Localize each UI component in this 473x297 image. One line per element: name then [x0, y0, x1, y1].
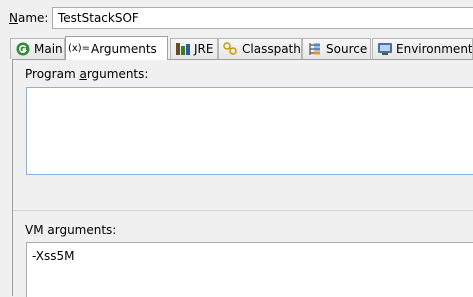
vm-arguments-label: VM arguments: — [25, 223, 117, 237]
vm-arguments-textarea[interactable]: -Xss5M — [26, 242, 473, 297]
program-arguments-label: Program arguments: — [25, 67, 149, 81]
jre-icon — [175, 41, 191, 57]
name-input[interactable]: TestStackSOF — [52, 7, 473, 29]
arguments-icon: (x)= — [67, 43, 91, 54]
arguments-panel: Program arguments: VM arguments: -Xss5M — [12, 59, 473, 297]
main-icon — [15, 41, 31, 57]
tab-environment[interactable]: Environment — [372, 38, 473, 59]
tab-bar: Main (x)= Arguments JRE Classpath Source… — [0, 36, 473, 60]
program-arguments-textarea[interactable] — [26, 87, 473, 175]
tab-source-label: Source — [326, 42, 368, 56]
classpath-icon — [223, 41, 239, 57]
vm-arguments-group: VM arguments: -Xss5M — [13, 211, 473, 297]
tab-environment-label: Environment — [396, 42, 473, 56]
source-icon — [307, 41, 323, 57]
tab-classpath-label: Classpath — [242, 42, 301, 56]
tab-classpath[interactable]: Classpath — [218, 38, 302, 59]
program-arguments-group: Program arguments: — [13, 60, 473, 210]
name-label: Name: — [9, 11, 49, 25]
tab-source[interactable]: Source — [302, 38, 371, 59]
tab-jre-label: JRE — [194, 42, 214, 56]
tab-main[interactable]: Main — [10, 38, 65, 59]
tab-arguments-label: Arguments — [91, 41, 157, 56]
name-row: Name: TestStackSOF — [0, 0, 473, 36]
tab-arguments[interactable]: (x)= Arguments — [65, 36, 168, 60]
environment-icon — [377, 41, 393, 57]
tab-jre[interactable]: JRE — [170, 38, 218, 59]
tab-main-label: Main — [34, 42, 63, 56]
